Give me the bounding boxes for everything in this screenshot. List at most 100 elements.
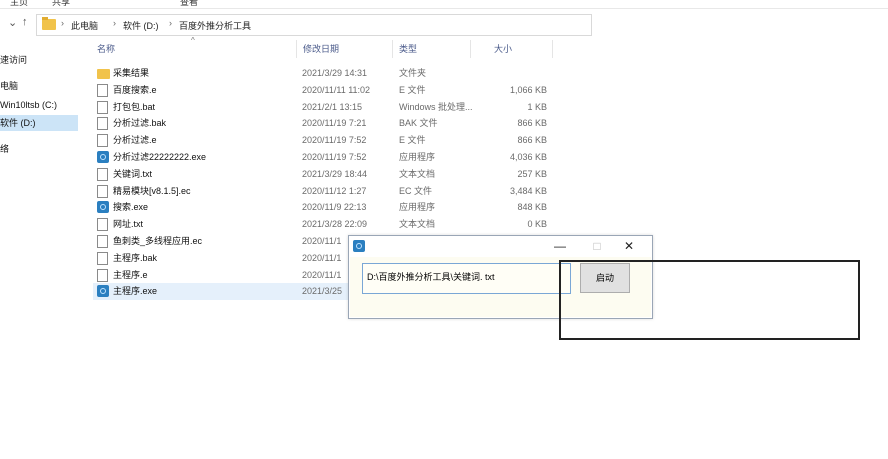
breadcrumb-current-folder[interactable]: 百度外推分析工具	[179, 19, 251, 32]
file-name: 分析过滤.e	[113, 135, 157, 146]
file-type: 文本文档	[399, 219, 436, 230]
address-bar[interactable]: › 此电脑 › 软件 (D:) › 百度外推分析工具	[36, 14, 592, 36]
address-row: ⌄ ↑ › 此电脑 › 软件 (D:) › 百度外推分析工具	[0, 8, 888, 38]
file-name: 网址.txt	[113, 219, 144, 230]
file-date: 2020/11/9 22:13	[302, 202, 367, 213]
nav-item-drive-d[interactable]: 软件 (D:)	[0, 115, 78, 131]
file-date: 2020/11/19 7:21	[302, 118, 367, 129]
document-icon	[97, 167, 108, 181]
folder-icon	[42, 17, 56, 30]
file-date: 2020/11/1	[302, 236, 342, 246]
file-size: 1,066 KB	[509, 84, 547, 95]
file-row[interactable]: 打包包.bat 2021/2/1 13:15 Windows 批处理... 1 KB	[93, 99, 553, 116]
file-size: 3,484 KB	[509, 185, 547, 196]
file-date: 2020/11/19 7:52	[302, 135, 367, 146]
document-icon	[97, 184, 108, 198]
file-size: 866 KB	[517, 118, 547, 129]
file-date: 2021/3/29 18:44	[302, 168, 368, 179]
chevron-right-icon[interactable]: ›	[169, 18, 172, 28]
column-divider[interactable]	[552, 40, 553, 58]
chevron-right-icon[interactable]: ›	[61, 18, 64, 28]
column-divider[interactable]	[392, 40, 393, 58]
file-name: 分析过滤.bak	[113, 118, 167, 129]
maximize-button: □	[593, 239, 601, 253]
file-type: 文件夹	[399, 68, 427, 78]
document-icon	[97, 100, 108, 114]
app-icon	[353, 240, 365, 252]
file-row[interactable]: 百度搜索.e 2020/11/11 11:02 E 文件 1,066 KB	[93, 82, 553, 99]
annotation-rectangle	[559, 260, 860, 340]
document-icon	[97, 218, 108, 232]
column-header-size[interactable]: 大小	[494, 40, 512, 58]
file-type: BAK 文件	[399, 118, 438, 129]
file-size: 257 KB	[517, 168, 547, 179]
file-type: E 文件	[399, 84, 426, 95]
nav-item-this-pc[interactable]: 电脑	[0, 78, 78, 94]
file-name: 搜索.exe	[113, 202, 149, 213]
file-row[interactable]: 分析过滤22222222.exe 2020/11/19 7:52 应用程序 4,036…	[93, 149, 553, 166]
file-date: 2021/2/1 13:15	[302, 101, 363, 112]
document-icon	[97, 235, 108, 248]
file-row[interactable]: 分析过滤.bak 2020/11/19 7:21 BAK 文件 866 KB	[93, 115, 553, 132]
file-type: E 文件	[399, 135, 426, 146]
file-type: EC 文件	[399, 185, 433, 196]
file-date: 2020/11/11 11:02	[302, 84, 371, 95]
column-header-type[interactable]: 类型	[399, 40, 417, 58]
ribbon-tab-share[interactable]: 共享	[52, 0, 70, 8]
file-size: 866 KB	[517, 135, 547, 146]
navigation-pane: 速访问 电脑 Win10ltsb (C:) 软件 (D:) 络	[0, 40, 78, 459]
path-input[interactable]: D:\百度外推分析工具\关键词. txt	[362, 263, 571, 294]
file-row[interactable]: 网址.txt 2021/3/28 22:09 文本文档 0 KB	[93, 216, 553, 233]
file-name: 鱼刺类_多线程应用.ec	[113, 236, 203, 246]
column-header-name[interactable]: 名称	[97, 40, 115, 58]
document-icon	[97, 117, 108, 131]
file-name: 主程序.e	[113, 269, 148, 280]
file-size: 0 KB	[527, 219, 547, 230]
nav-item-quick-access[interactable]: 速访问	[0, 52, 78, 68]
nav-item-drive-c[interactable]: Win10ltsb (C:)	[0, 97, 78, 113]
file-row[interactable]: 采集结果 2021/3/29 14:31 文件夹	[93, 65, 553, 82]
document-icon	[97, 83, 108, 97]
file-name: 主程序.exe	[113, 286, 158, 297]
file-type: 文本文档	[399, 168, 436, 179]
file-date: 2020/11/12 1:27	[302, 185, 367, 196]
file-row[interactable]: 关键词.txt 2021/3/29 18:44 文本文档 257 KB	[93, 166, 553, 183]
ribbon-tab-view[interactable]: 查看	[180, 0, 198, 8]
nav-item-network[interactable]: 络	[0, 141, 78, 157]
up-arrow-icon[interactable]: ↑	[22, 16, 28, 28]
file-name: 采集结果	[113, 68, 150, 78]
file-size: 4,036 KB	[509, 152, 547, 162]
file-type: 应用程序	[399, 202, 436, 213]
file-size: 848 KB	[517, 202, 547, 213]
sort-up-icon: ^	[191, 36, 195, 45]
breadcrumb-this-pc[interactable]: 此电脑	[71, 19, 98, 32]
file-name: 精易模块[v8.1.5].ec	[113, 185, 191, 196]
exe-icon	[97, 285, 109, 298]
close-button[interactable]: ✕	[617, 236, 641, 256]
file-date: 2020/11/1	[302, 269, 342, 280]
file-name: 分析过滤22222222.exe	[113, 152, 207, 162]
document-icon	[97, 251, 108, 265]
document-icon	[97, 268, 108, 282]
chevron-right-icon[interactable]: ›	[113, 18, 116, 28]
file-size: 1 KB	[527, 101, 547, 112]
column-header-date[interactable]: 修改日期	[303, 40, 339, 58]
chevron-down-icon[interactable]: ⌄	[8, 16, 17, 29]
file-date: 2020/11/19 7:52	[302, 152, 367, 162]
column-divider[interactable]	[296, 40, 297, 58]
file-type: 应用程序	[399, 152, 436, 162]
column-divider[interactable]	[470, 40, 471, 58]
file-name: 关键词.txt	[113, 168, 153, 179]
file-row[interactable]: 搜索.exe 2020/11/9 22:13 应用程序 848 KB	[93, 199, 553, 216]
file-name: 百度搜索.e	[113, 84, 157, 95]
file-row[interactable]: 分析过滤.e 2020/11/19 7:52 E 文件 866 KB	[93, 132, 553, 149]
breadcrumb-drive-d[interactable]: 软件 (D:)	[123, 19, 159, 32]
file-row[interactable]: 精易模块[v8.1.5].ec 2020/11/12 1:27 EC 文件 3,484…	[93, 183, 553, 200]
folder-icon	[97, 69, 110, 79]
minimize-button[interactable]: —	[548, 236, 572, 256]
file-date: 2020/11/1	[302, 252, 342, 263]
file-date: 2021/3/29 14:31	[302, 68, 368, 78]
ribbon-tab-home[interactable]: 主页	[10, 0, 28, 8]
exe-icon	[97, 201, 109, 214]
document-icon	[97, 134, 108, 148]
